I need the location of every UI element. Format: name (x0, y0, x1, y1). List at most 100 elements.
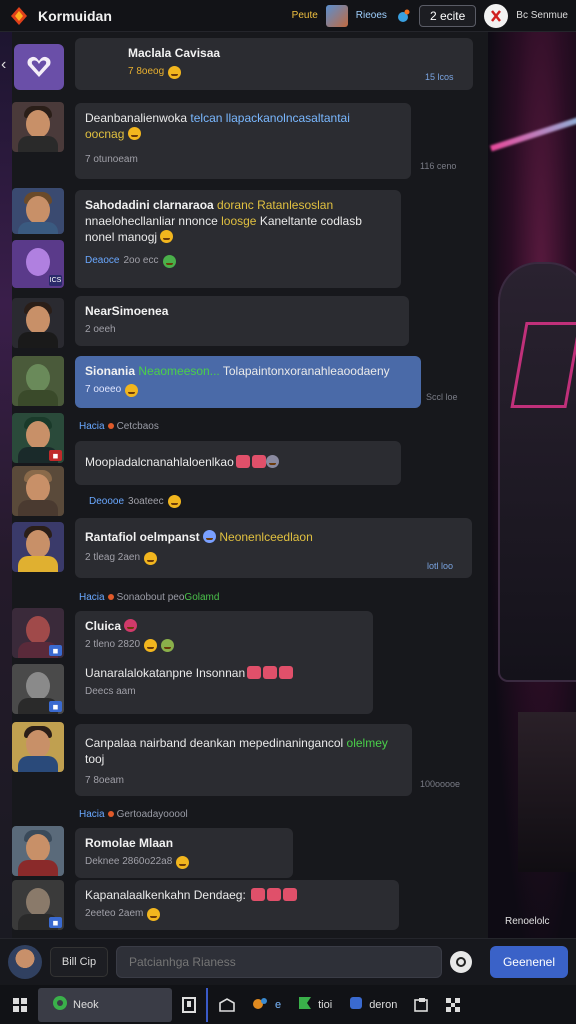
top-chip[interactable]: Rieoes (356, 10, 387, 21)
nav-tab-profile[interactable]: deron (342, 988, 403, 1022)
nav-label: e (275, 998, 282, 1011)
emoji-icon (162, 254, 176, 268)
message-bubble: Maclala Cavisaa 7 8oeog (75, 38, 473, 90)
message-meta: 7 ooeeo (85, 382, 411, 398)
nav-label: deron (369, 998, 398, 1011)
message-input[interactable] (116, 945, 442, 978)
avatar[interactable]: ◼ (12, 880, 64, 930)
nav-label: tioi (318, 998, 333, 1011)
message-author: Maclala Cavisaa (128, 46, 221, 60)
message-text: Sionania Neaomeeson... Tolapaintonxorana… (85, 364, 390, 378)
avatar[interactable]: ◼ (12, 608, 64, 658)
emoji-icon (144, 551, 158, 565)
avatar[interactable] (12, 188, 64, 234)
chair-base-image (518, 712, 576, 872)
timestamp: 116 ceno (420, 161, 457, 171)
avatar[interactable]: ◼ (12, 413, 64, 463)
chat-icon (52, 995, 68, 1014)
message-text: Canpalaa nairband deankan mepedinaningan… (85, 736, 388, 766)
my-avatar[interactable] (8, 944, 42, 979)
reaction-icon (267, 888, 282, 901)
background-art-panel (488, 32, 576, 938)
message-bubble: Rantafiol oelmpanst Neonenlceedlaon 2 tl… (75, 518, 472, 578)
nav-divider (206, 987, 208, 1022)
reaction-icon (251, 455, 266, 468)
message-meta: 7 8oeam (85, 775, 124, 786)
reaction-icon (247, 666, 262, 679)
message-meta: 7 8oeog (128, 64, 463, 80)
shield-icon (348, 995, 364, 1014)
avatar[interactable]: ICS (12, 240, 64, 288)
nav-tab-messages[interactable]: tioi (291, 988, 338, 1022)
avatar[interactable] (12, 298, 64, 348)
timestamp: Sccl loe (426, 392, 458, 402)
message-text: Kapanalaalkenkahn Dendaeg: (85, 887, 389, 903)
status-pill[interactable]: 2 ecite (418, 4, 477, 27)
message-bubble: Canpalaa nairband deankan mepedinaningan… (75, 724, 412, 796)
reaction-icon (263, 666, 278, 679)
emoji-icon (144, 638, 158, 652)
emoji-icon (147, 907, 161, 921)
refresh-icon[interactable] (395, 8, 411, 24)
avatar[interactable] (12, 102, 64, 152)
emoji-icon (161, 638, 175, 652)
avatar[interactable]: ◼ (12, 664, 64, 714)
timestamp: 15 lcos (425, 72, 454, 82)
message-meta: Deoooe 3oateec (89, 495, 181, 508)
message-author: Romolae Mlaan (85, 836, 174, 850)
settings-icon[interactable] (439, 988, 467, 1022)
message-bubble: NearSimoenea 2 oeeh (75, 296, 409, 346)
message-meta: 2 tleag 2aen (85, 550, 462, 566)
avatar[interactable] (12, 522, 64, 572)
neon-light (490, 108, 576, 152)
nav-label: Neok (73, 998, 99, 1011)
app-root: Kormuidan Peute Rieoes 2 ecite Bc Senmue… (0, 0, 576, 1024)
message-composer: Bill Cip Geenenel (0, 938, 576, 984)
reaction-icon (283, 888, 298, 901)
system-message: Hacia Cetcbaos (79, 421, 159, 432)
emoji-icon (160, 230, 174, 243)
message-meta: 2eeteo 2aem (85, 906, 389, 922)
grid-icon[interactable] (6, 988, 34, 1022)
avatar[interactable] (12, 356, 64, 406)
emoji-icon (167, 495, 181, 508)
nav-tab-home[interactable]: Neok (38, 987, 172, 1022)
message-text: Sahodadini clarnaraoa doranc Ratanlesosl… (85, 198, 362, 244)
system-message: Hacia Gertoadayooool (79, 809, 188, 820)
avatar[interactable] (12, 722, 64, 772)
mic-icon[interactable] (450, 950, 472, 973)
message-meta: Deknee 2860o22a8 (85, 854, 283, 870)
box-icon[interactable] (212, 988, 242, 1022)
top-link[interactable]: Peute (292, 10, 318, 21)
message-author: NearSimoenea (85, 304, 169, 318)
message-meta: 2 oeeh (85, 324, 116, 335)
send-button[interactable]: Geenenel (490, 945, 568, 978)
emoji-icon (125, 383, 139, 397)
message-meta: 7 otunoeam (85, 154, 138, 165)
emoji-icon (168, 65, 182, 79)
top-avatar[interactable] (325, 4, 348, 27)
activity-icon (252, 995, 270, 1014)
emoji-icon (176, 855, 190, 869)
timestamp: lotl loo (427, 561, 454, 571)
message-bubble: Romolae Mlaan Deknee 2860o22a8 (75, 828, 293, 878)
emoji-icon (127, 127, 141, 140)
avatar[interactable] (12, 466, 64, 516)
left-background-art (0, 32, 12, 938)
timestamp: 100ooooe (420, 779, 461, 789)
bookmark-icon[interactable] (176, 988, 202, 1022)
nav-tab-activity[interactable]: e (246, 988, 287, 1022)
top-bar: Kormuidan Peute Rieoes 2 ecite Bc Senmue (0, 0, 576, 32)
attach-button[interactable]: Bill Cip (50, 946, 108, 977)
message-text: Uanaralalokatanpne Insonnan (85, 665, 363, 681)
message-bubble: Cluica 2 tleno 2820 Uanaralalokatanpne I… (75, 611, 373, 714)
window-icon[interactable] (407, 988, 435, 1022)
chevron-left-icon[interactable]: ‹ (1, 56, 6, 74)
profile-icon[interactable] (484, 3, 509, 28)
avatar[interactable] (12, 826, 64, 876)
server-icon[interactable] (14, 44, 64, 90)
message-bubble: Sahodadini clarnaraoa doranc Ratanlesosl… (75, 190, 401, 288)
reaction-icon (279, 666, 294, 679)
user-name[interactable]: Bc Senmue (516, 10, 568, 21)
app-logo-icon[interactable] (8, 5, 30, 27)
